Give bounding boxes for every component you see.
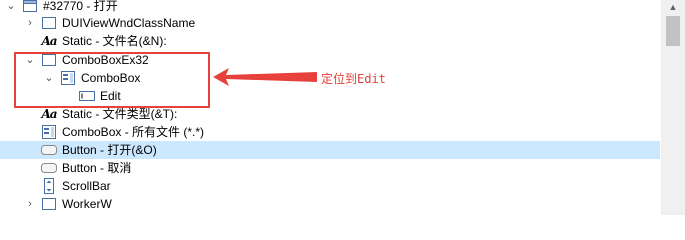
tree-row-button-cancel[interactable]: Button - 取消 <box>0 159 660 177</box>
tree-item-label: DUIViewWndClassName <box>62 16 196 30</box>
button-control-icon <box>41 161 57 175</box>
highlight-box <box>14 52 210 108</box>
window-icon <box>41 16 57 30</box>
chevron-right-icon[interactable]: › <box>24 17 36 29</box>
scroll-up-icon[interactable]: ▲ <box>667 2 679 12</box>
tree-item-label: ComboBox - 所有文件 (*.*) <box>62 125 205 139</box>
tree-row-workerw[interactable]: › WorkerW <box>0 195 660 213</box>
tree-row-window[interactable]: ⌄ #32770 - 打开 <box>0 0 660 15</box>
tree-item-label: Button - 取消 <box>62 161 132 175</box>
window-icon <box>22 0 38 13</box>
vertical-scrollbar[interactable]: ▲ <box>661 0 685 215</box>
static-text-icon: Aa <box>41 107 57 121</box>
annotation-arrow-icon <box>213 68 317 86</box>
tree-row-scrollbar[interactable]: ScrollBar <box>0 177 660 195</box>
tree-item-label: Static - 文件名(&N): <box>62 34 167 48</box>
scrollbar-thumb[interactable] <box>666 16 680 46</box>
chevron-right-icon[interactable]: › <box>24 198 36 210</box>
combobox-icon <box>41 125 57 139</box>
annotation-label: 定位到Edit <box>321 72 386 86</box>
window-icon <box>41 197 57 211</box>
tree-row-static-filename[interactable]: Aa Static - 文件名(&N): <box>0 32 660 50</box>
chevron-down-icon[interactable]: ⌄ <box>5 0 17 12</box>
tree-row-button-open[interactable]: Button - 打开(&O) <box>0 141 660 159</box>
button-control-icon <box>41 143 57 157</box>
tree-item-label: Button - 打开(&O) <box>62 143 157 157</box>
tree-item-label: WorkerW <box>62 197 112 211</box>
tree-item-label: #32770 - 打开 <box>43 0 118 13</box>
tree-row-combobox-allfiles[interactable]: ComboBox - 所有文件 (*.*) <box>0 123 660 141</box>
scrollbar-control-icon <box>41 178 57 194</box>
tree-row-duiviewwnd[interactable]: › DUIViewWndClassName <box>0 14 660 32</box>
static-text-icon: Aa <box>41 34 57 48</box>
tree-item-label: ScrollBar <box>62 179 111 193</box>
